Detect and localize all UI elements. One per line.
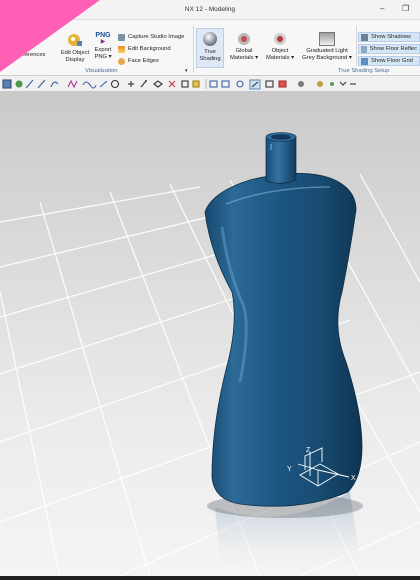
ribbon-more-icon[interactable]: ▾ [185,67,188,75]
axis-x-label: X [351,475,356,482]
object-materials-line2: Materials ▾ [265,55,295,61]
capture-studio-image-label: Capture Studio Image [128,34,185,40]
global-materials-line2: Materials ▾ [229,55,259,61]
face-edges-icon [118,57,125,65]
background-icon [118,45,125,53]
graduated-background-line1: Graduated Light [306,48,348,54]
background-preset-icon [319,32,335,46]
scene-svg: Z Y X [0,132,420,576]
reflection-icon [361,45,367,53]
restore-icon[interactable]: ❐ [402,4,409,14]
axis-z-label: Z [306,447,311,454]
selection-toolbar [0,76,420,92]
camera-icon [118,33,125,41]
axis-y-label: Y [287,466,292,473]
ribbon-divider [193,26,194,72]
true-shading-button[interactable]: True Shading [196,28,224,68]
shadow-icon [361,33,368,41]
true-shading-line2: Shading [199,56,221,62]
true-shading-line1: True [204,49,216,55]
edit-background-button[interactable]: Edit Background [118,45,171,53]
show-floor-reflection-toggle[interactable]: Show Floor Reflec [358,44,420,54]
object-materials-icon [274,33,286,45]
graduated-background-button[interactable]: Graduated Light Grey Background ▾ [300,32,354,62]
object-materials-line1: Object [271,48,289,54]
true-shading-setup-group-label: True Shading Setup [338,68,390,74]
toolbar-icons [2,79,356,90]
capture-studio-image-button[interactable]: Capture Studio Image [118,33,184,41]
show-floor-grid-toggle[interactable]: Show Floor Grid [358,56,420,66]
floor-grid-icon [361,57,368,65]
toolbar-icon-set [2,79,356,90]
graduated-background-line2: Grey Background ▾ [302,55,352,61]
graphics-viewport[interactable]: Z Y X [0,92,420,576]
status-bar [0,576,420,580]
global-materials-icon [238,33,250,45]
global-materials-button[interactable]: Global Materials ▾ [229,32,259,62]
minimize-icon[interactable]: – [380,4,384,14]
face-edges-button[interactable]: Face Edges [118,57,159,65]
show-floor-reflection-label: Show Floor Reflec [369,46,417,52]
true-shading-icon [203,32,217,46]
show-shadows-toggle[interactable]: Show Shadows [358,32,420,42]
bottle-neck [265,134,297,184]
global-materials-line1: Global [235,48,253,54]
show-shadows-label: Show Shadows [371,34,411,40]
edit-background-label: Edit Background [128,46,171,52]
neck-opening [271,134,291,140]
show-floor-grid-label: Show Floor Grid [371,58,413,64]
ribbon-divider-2 [356,26,357,66]
face-edges-label: Face Edges [128,58,159,64]
object-materials-button[interactable]: Object Materials ▾ [264,32,296,62]
corner-marker [0,0,100,72]
bottle-model [204,173,363,507]
